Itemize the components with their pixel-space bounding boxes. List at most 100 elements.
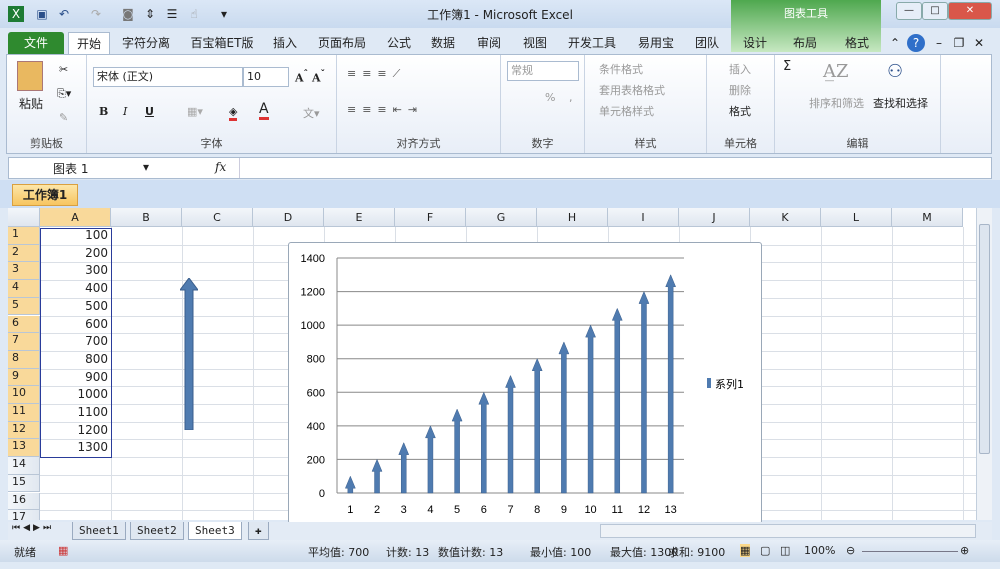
insert-function-button[interactable]: fx (215, 160, 226, 174)
column-header[interactable]: J (679, 208, 750, 227)
column-header[interactable]: H (537, 208, 608, 227)
row-header[interactable]: 15 (8, 474, 40, 493)
row-header[interactable]: 13 (8, 439, 40, 458)
column-header[interactable]: I (608, 208, 679, 227)
row-header[interactable]: 7 (8, 333, 40, 351)
row-header[interactable]: 6 (8, 315, 40, 334)
paste-icon[interactable] (17, 61, 43, 91)
minimize-button[interactable]: — (896, 2, 922, 20)
page-break-view-icon[interactable]: ◫ (780, 544, 790, 557)
tab-easy[interactable]: 易用宝 (634, 32, 678, 54)
copy-icon[interactable]: ⎘▾ (57, 87, 71, 101)
insert-cells-button[interactable]: 插入 (729, 61, 751, 77)
column-header[interactable]: M (892, 208, 963, 227)
row-header[interactable]: 1 (8, 227, 40, 245)
zoom-slider[interactable] (862, 551, 958, 552)
name-box-dropdown-icon[interactable]: ▾ (143, 160, 149, 174)
row-header[interactable]: 8 (8, 350, 40, 369)
normal-view-icon[interactable]: ▦ (740, 544, 751, 557)
row-header[interactable]: 10 (8, 386, 40, 404)
help-icon[interactable]: ? (907, 34, 925, 52)
paste-button[interactable]: 粘贴 (19, 95, 43, 112)
row-header[interactable]: 3 (8, 262, 40, 281)
tab-data[interactable]: 数据 (426, 32, 460, 54)
format-cells-button[interactable]: 格式 (729, 103, 751, 119)
horizontal-scrollbar[interactable] (600, 524, 976, 538)
tab-toolbox[interactable]: 百宝箱ET版 (186, 32, 258, 54)
up-arrow-shape[interactable] (179, 277, 199, 431)
vertical-scrollbar[interactable] (976, 208, 992, 520)
delete-cells-button[interactable]: 删除 (729, 82, 751, 98)
vertical-align-icons[interactable]: ≡≡≡⟋ (347, 67, 406, 81)
column-header[interactable]: G (466, 208, 537, 227)
wb-restore-icon[interactable]: ❐ (952, 32, 966, 54)
tab-view[interactable]: 视图 (518, 32, 552, 54)
maximize-button[interactable]: □ (922, 2, 948, 20)
sheet-tab-1[interactable]: Sheet1 (72, 522, 126, 540)
zoom-level[interactable]: 100% (804, 544, 835, 557)
bold-button[interactable]: B (99, 105, 108, 118)
row-header[interactable]: 5 (8, 297, 40, 316)
tab-layout[interactable]: 布局 (788, 32, 822, 54)
number-format-select[interactable]: 常规 (507, 61, 579, 81)
wb-minimize-icon[interactable]: – (932, 32, 946, 54)
column-header[interactable]: F (395, 208, 466, 227)
row-header[interactable]: 11 (8, 404, 40, 422)
tab-char-split[interactable]: 字符分离 (118, 32, 174, 54)
macro-record-icon[interactable]: ▦ (58, 544, 68, 557)
column-header[interactable]: B (111, 208, 182, 227)
tab-formulas[interactable]: 公式 (382, 32, 416, 54)
sheet-tab-3[interactable]: Sheet3 (188, 522, 242, 540)
cell-styles-button[interactable]: 单元格样式 (599, 103, 654, 119)
tab-design[interactable]: 设计 (738, 32, 772, 54)
tab-page-layout[interactable]: 页面布局 (314, 32, 370, 54)
column-header[interactable]: C (182, 208, 253, 227)
page-layout-view-icon[interactable]: ▢ (760, 544, 770, 557)
column-header[interactable]: L (821, 208, 892, 227)
select-all-corner[interactable] (8, 208, 40, 227)
column-header[interactable]: E (324, 208, 395, 227)
conditional-format-button[interactable]: 条件格式 (599, 61, 643, 77)
italic-button[interactable]: I (123, 105, 127, 118)
format-as-table-button[interactable]: 套用表格格式 (599, 82, 665, 98)
font-name-select[interactable]: 宋体 (正文) (93, 67, 243, 87)
tab-review[interactable]: 审阅 (472, 32, 506, 54)
column-header[interactable]: K (750, 208, 821, 227)
tab-developer[interactable]: 开发工具 (564, 32, 620, 54)
format-painter-icon[interactable]: ✎ (59, 111, 68, 124)
row-header[interactable]: 2 (8, 244, 40, 263)
autosum-button[interactable]: Σ (783, 59, 791, 74)
cut-icon[interactable]: ✂ (59, 63, 68, 76)
chart[interactable]: 0 200 400 600 800 1000 1200 1400 1 2 3 4 5 6 7 8 9 10 11 12… (288, 242, 762, 524)
tab-team[interactable]: 团队 (690, 32, 724, 54)
sheet-tab-2[interactable]: Sheet2 (130, 522, 184, 540)
tab-format[interactable]: 格式 (840, 32, 874, 54)
tab-insert[interactable]: 插入 (268, 32, 302, 54)
phonetic-icon[interactable]: 文▾ (303, 105, 320, 121)
column-header[interactable]: D (253, 208, 324, 227)
row-header[interactable]: 9 (8, 368, 40, 387)
name-box[interactable]: 图表 1 (53, 160, 153, 177)
fill-color-icon[interactable]: ◈ (229, 105, 238, 121)
tab-home[interactable]: 开始 (68, 32, 110, 54)
borders-icon[interactable]: ▦▾ (187, 105, 203, 118)
font-size-select[interactable]: 10 (243, 67, 289, 87)
comma-button[interactable]: , (569, 91, 573, 104)
zoom-out-icon[interactable]: ⊖ (846, 544, 855, 557)
row-header[interactable]: 17 (8, 510, 40, 520)
find-select-button[interactable]: 查找和选择 (873, 95, 928, 111)
percent-button[interactable]: % (545, 91, 555, 104)
new-sheet-icon[interactable]: ✚ (248, 522, 269, 540)
column-header[interactable]: A (40, 208, 111, 227)
horizontal-align-icons[interactable]: ≡≡≡⇤⇥ (347, 103, 423, 116)
sheet-nav-arrows[interactable]: ⏮◀▶⏭ (12, 523, 54, 533)
font-color-icon[interactable]: A (259, 101, 269, 120)
row-header[interactable]: 12 (8, 421, 40, 440)
row-header[interactable]: 14 (8, 457, 40, 475)
workbook-tab[interactable]: 工作簿1 (12, 184, 78, 206)
sort-filter-button[interactable]: 排序和筛选 (809, 95, 864, 111)
zoom-in-icon[interactable]: ⊕ (960, 544, 969, 557)
formula-input[interactable] (239, 158, 979, 178)
underline-button[interactable]: U (145, 105, 154, 118)
collapse-ribbon-icon[interactable]: ⌃ (888, 32, 902, 54)
